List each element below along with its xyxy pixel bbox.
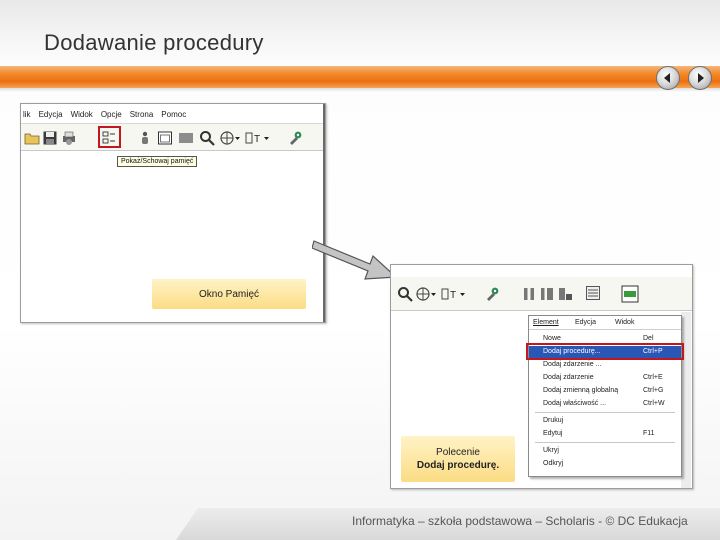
screenshot-element-menu: T Element Edycja Widok Nowe Del Dodaj pr… (390, 264, 693, 489)
menu-item-view[interactable]: Widok (71, 110, 93, 119)
element-dropdown-menu: Element Edycja Widok Nowe Del Dodaj proc… (526, 315, 684, 477)
menu-item-print[interactable]: Drukuj (529, 415, 681, 427)
previous-slide-button[interactable] (656, 66, 680, 90)
svg-text:T: T (254, 134, 260, 145)
menu-view[interactable]: Widok (615, 319, 634, 326)
gray-rectangle-icon[interactable] (178, 130, 194, 146)
screenshot-memory-toolbar: lik Edycja Widok Opcje Strona Pomoc T Po… (20, 103, 326, 323)
menu-item-add-event-dialog[interactable]: Dodaj zdarzenie ... (529, 359, 681, 371)
scrollbar[interactable] (681, 312, 691, 488)
arrow-icon (312, 240, 398, 280)
orange-header-band (0, 66, 720, 88)
slide: Dodawanie procedury lik Edycja Widok Opc… (0, 0, 720, 540)
memory-button-highlight (98, 126, 121, 148)
save-disk-icon[interactable] (42, 130, 58, 146)
menu-item-add-event[interactable]: Dodaj zdarzenie Ctrl+E (529, 372, 681, 384)
settings-wrench-icon[interactable] (484, 286, 500, 302)
toolbar: T (21, 123, 325, 151)
menu-item-add-global-variable[interactable]: Dodaj zmienną globalną Ctrl+G (529, 385, 681, 397)
header-band-shadow (0, 88, 720, 92)
turtle-icon[interactable] (137, 130, 153, 146)
green-panel-icon[interactable] (621, 285, 639, 303)
chevron-left-icon (664, 73, 670, 83)
svg-text:T: T (450, 290, 456, 301)
menu-item[interactable]: lik (23, 110, 31, 119)
menu-item-edit[interactable]: Edytuj F11 (529, 428, 681, 440)
text-tool-dropdown-icon[interactable]: T (245, 130, 271, 146)
menu-separator (535, 412, 675, 413)
compass-dropdown-icon[interactable] (219, 130, 241, 146)
menu-bar: lik Edycja Widok Opcje Strona Pomoc (21, 106, 325, 122)
callout-line-1: Polecenie (436, 447, 480, 458)
add-procedure-highlight (526, 343, 684, 360)
menu-item-help[interactable]: Pomoc (161, 110, 186, 119)
next-slide-button[interactable] (688, 66, 712, 90)
menu-item-page[interactable]: Strona (130, 110, 154, 119)
disk-step-icon[interactable] (557, 286, 573, 302)
callout-add-procedure: Polecenie Dodaj procedurę. (401, 436, 515, 482)
menu-item-edit[interactable]: Edycja (39, 110, 63, 119)
menu-item-options[interactable]: Opcje (101, 110, 122, 119)
menu-bar: Element Edycja Widok (529, 316, 681, 330)
chevron-right-icon (698, 73, 704, 83)
magnifier-icon[interactable] (397, 286, 413, 302)
open-folder-icon[interactable] (24, 130, 40, 146)
tooltip: Pokaż/Schowaj pamięć (117, 156, 198, 167)
memory-window-icon[interactable] (585, 285, 601, 301)
menu-item-add-property[interactable]: Dodaj właściwość ... Ctrl+W (529, 398, 681, 410)
window-icon[interactable] (157, 130, 173, 146)
menu-element[interactable]: Element (533, 319, 559, 326)
compass-dropdown-icon[interactable] (415, 286, 437, 302)
menu-separator (535, 442, 675, 443)
text-tool-dropdown-icon[interactable]: T (441, 286, 467, 302)
toolbar: T (391, 277, 692, 311)
menu-item-show[interactable]: Odkryj (529, 458, 681, 470)
callout-line-2: Dodaj procedurę. (416, 460, 500, 471)
settings-wrench-icon[interactable] (287, 130, 303, 146)
window-edge (323, 104, 325, 322)
footer-text: Informatyka – szkoła podstawowa – Schola… (352, 514, 688, 528)
print-icon[interactable] (61, 130, 77, 146)
menu-item-hide[interactable]: Ukryj (529, 445, 681, 457)
stop-icon[interactable] (539, 286, 555, 302)
slide-title: Dodawanie procedury (44, 30, 264, 55)
menu-edit[interactable]: Edycja (575, 319, 596, 326)
magnifier-icon[interactable] (199, 130, 215, 146)
callout-memory-window: Okno Pamięć (152, 279, 306, 309)
pause-icon[interactable] (521, 286, 537, 302)
